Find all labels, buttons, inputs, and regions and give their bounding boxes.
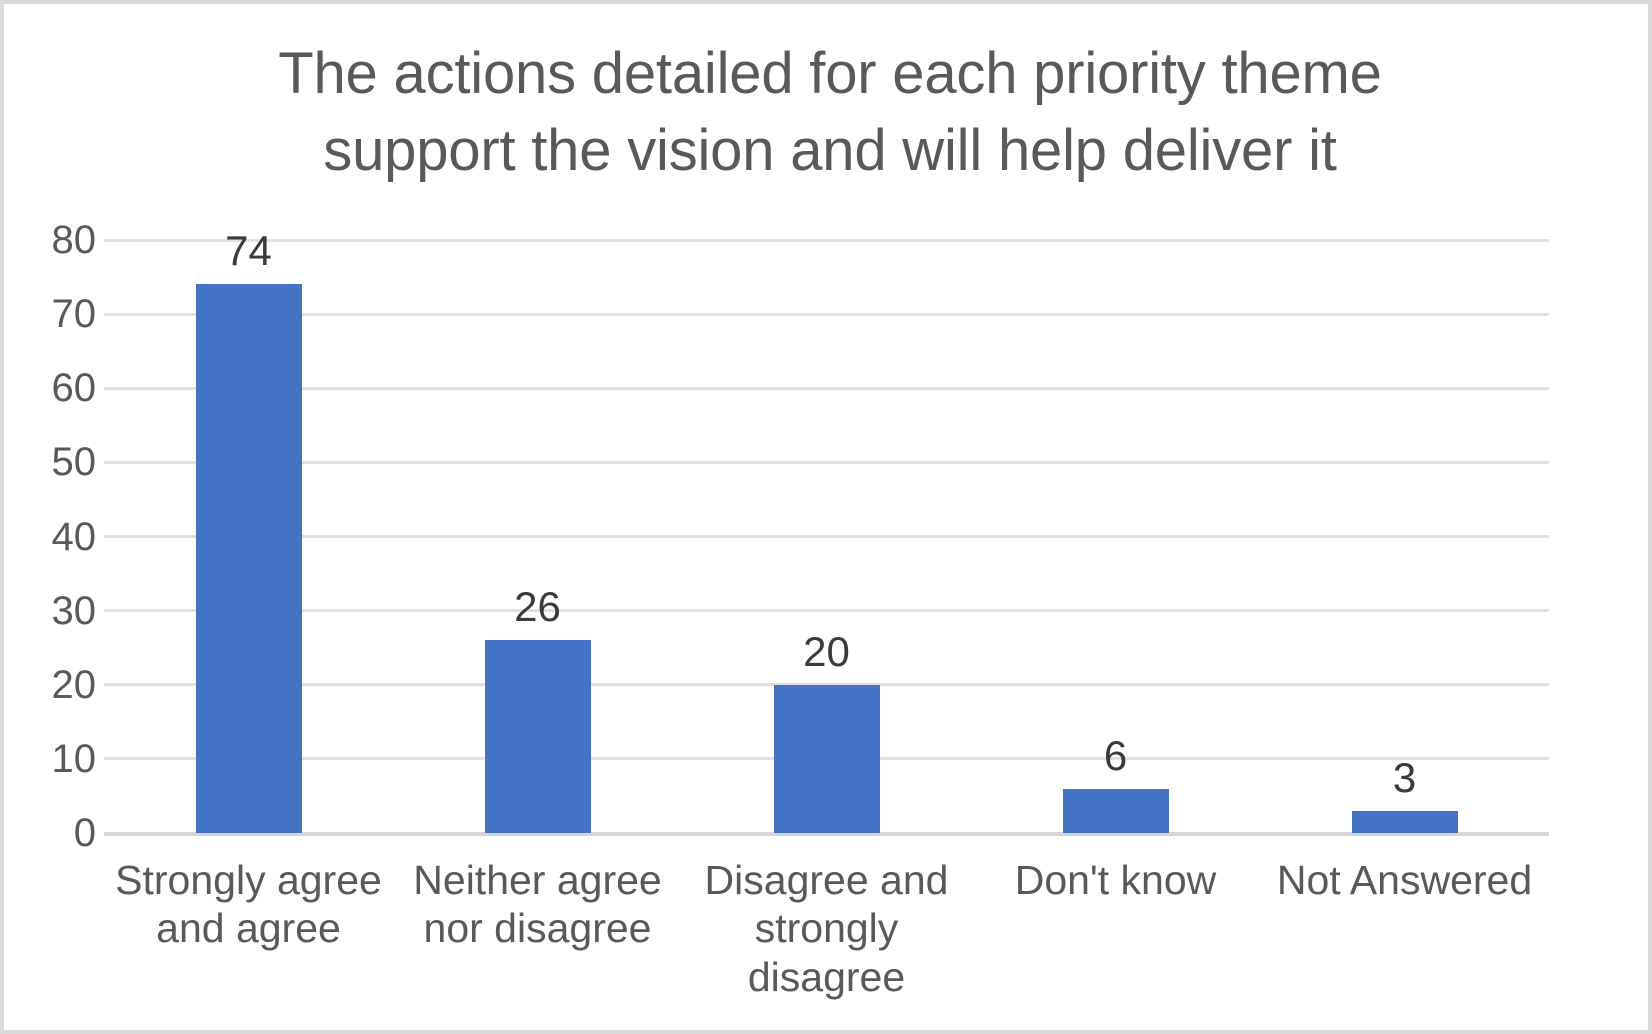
y-tick-label: 80 — [51, 218, 97, 262]
y-tick-label: 70 — [51, 292, 97, 337]
x-tick-label: Don't know — [1014, 857, 1217, 903]
bar-series: 74 26 20 6 3 — [104, 230, 1549, 833]
bar[interactable] — [773, 684, 880, 833]
y-tick-label: 0 — [73, 811, 96, 855]
x-tick-label: Neither agree nor disagree — [413, 857, 662, 952]
bar[interactable] — [195, 284, 302, 833]
bar-value-label: 3 — [1392, 753, 1417, 801]
bar-group: 20 — [682, 240, 971, 833]
x-tick-label: Not Answered — [1276, 857, 1533, 903]
bar-value-label: 74 — [225, 227, 272, 275]
y-tick-label: 30 — [51, 588, 97, 633]
bar-group: 74 — [104, 230, 393, 833]
bar[interactable] — [484, 640, 591, 833]
y-tick-label: 20 — [51, 662, 97, 707]
y-tick-label: 10 — [51, 736, 97, 781]
x-tick-label: Strongly agree and agree — [115, 857, 382, 952]
bar[interactable] — [1351, 810, 1458, 833]
y-tick-label: 50 — [51, 440, 97, 485]
bar[interactable] — [1062, 788, 1169, 833]
x-axis: Strongly agree and agree Neither agree no… — [104, 856, 1549, 1000]
y-axis: 80 70 60 50 40 30 20 10 0 — [4, 220, 97, 853]
bar-value-label: 6 — [1103, 731, 1128, 779]
y-tick-label: 60 — [51, 366, 97, 411]
chart-title: The actions detailed for each priority t… — [278, 41, 1382, 183]
chart-container: The actions detailed for each priority t… — [0, 0, 1652, 1034]
bar-value-label: 26 — [514, 583, 561, 631]
bar-group: 26 — [393, 240, 682, 833]
y-tick-label: 40 — [51, 514, 97, 559]
x-tick-label: Disagree and strongly disagree — [704, 857, 949, 1000]
bar-value-label: 20 — [803, 627, 850, 675]
bar-group: 6 — [971, 240, 1260, 833]
bar-group: 3 — [1260, 240, 1549, 833]
